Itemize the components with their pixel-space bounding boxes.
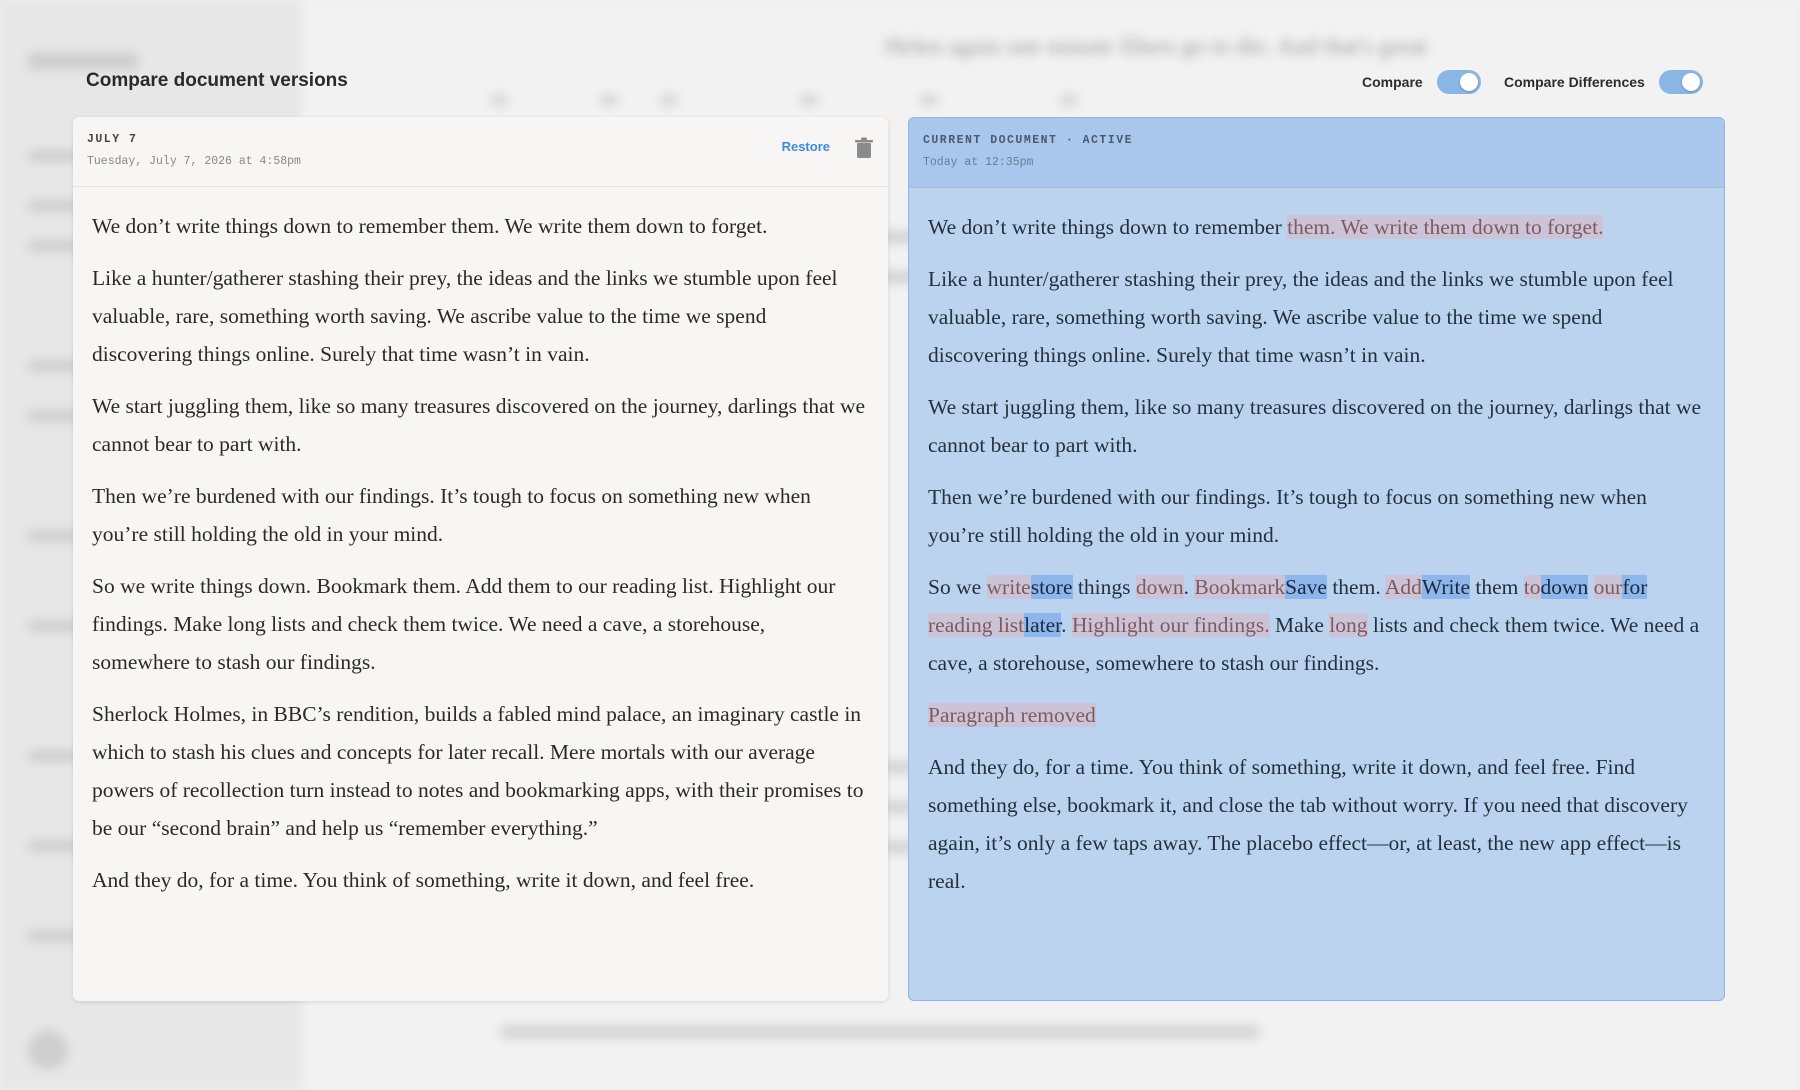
inserted-text: down: [1540, 575, 1589, 599]
deleted-text: down: [1135, 575, 1184, 599]
paragraph-removed-marker: Paragraph removed: [928, 696, 1704, 734]
paragraph: Like a hunter/gatherer stashing their pr…: [928, 267, 1674, 367]
inserted-text: for: [1622, 575, 1648, 599]
unchanged-text: them.: [1326, 575, 1385, 599]
deleted-text: Bookmark: [1194, 575, 1286, 599]
version-label: JULY 7: [87, 133, 138, 146]
paragraph: We don’t write things down to remember t…: [928, 208, 1704, 246]
compare-toggle-group: Compare: [1362, 70, 1481, 94]
previous-version-document: We don’t write things down to remember t…: [73, 187, 888, 899]
compare-differences-toggle-label: Compare Differences: [1504, 74, 1645, 90]
unchanged-text: We don’t write things down to remember: [928, 215, 1288, 239]
inserted-text: Save: [1285, 575, 1327, 599]
trash-icon[interactable]: [854, 137, 874, 159]
restore-button[interactable]: Restore: [782, 139, 830, 154]
inserted-text: store: [1030, 575, 1073, 599]
paragraph: We don’t write things down to remember t…: [92, 214, 768, 238]
unchanged-text: So we: [928, 575, 987, 599]
unchanged-text: things: [1072, 575, 1136, 599]
toggle-knob: [1681, 73, 1700, 91]
deleted-text: our: [1593, 575, 1623, 599]
compare-dialog-title: Compare document versions: [86, 70, 348, 91]
toggle-knob: [1459, 73, 1478, 91]
compare-differences-toggle[interactable]: [1658, 70, 1703, 94]
paragraph-removed-label: Paragraph removed: [928, 703, 1096, 727]
deleted-text: long: [1329, 613, 1368, 637]
paragraph: And they do, for a time. You think of so…: [928, 755, 1688, 893]
previous-version-panel: JULY 7 Tuesday, July 7, 2026 at 4:58pm R…: [73, 117, 888, 1001]
inserted-text: later: [1024, 613, 1062, 637]
deleted-text: them. We write them down to forget.: [1287, 215, 1604, 239]
compare-toggle[interactable]: [1436, 70, 1481, 94]
unchanged-text: .: [1061, 613, 1072, 637]
unchanged-text: them: [1470, 575, 1524, 599]
deleted-text: Highlight our findings.: [1071, 613, 1270, 637]
paragraph: Like a hunter/gatherer stashing their pr…: [92, 266, 838, 366]
current-document-label: CURRENT DOCUMENT · ACTIVE: [923, 134, 1134, 147]
deleted-text: reading list: [928, 613, 1025, 637]
paragraph: Sherlock Holmes, in BBC’s rendition, bui…: [92, 702, 864, 840]
paragraph: Then we’re burdened with our findings. I…: [92, 484, 811, 546]
version-date: Tuesday, July 7, 2026 at 4:58pm: [87, 155, 301, 168]
deleted-text: write: [986, 575, 1031, 599]
current-document-header: CURRENT DOCUMENT · ACTIVE Today at 12:35…: [909, 118, 1724, 188]
paragraph: We start juggling them, like so many tre…: [928, 395, 1702, 457]
paragraph: So we write things down. Bookmark them. …: [92, 574, 836, 674]
unchanged-text: [1588, 575, 1593, 599]
paragraph: Then we’re burdened with our findings. I…: [928, 485, 1647, 547]
current-document-body: We don’t write things down to remember t…: [909, 188, 1724, 900]
paragraph: We start juggling them, like so many tre…: [92, 394, 866, 456]
background-doc-title: Helen again one minute filters go to die…: [885, 34, 1428, 60]
previous-version-header: JULY 7 Tuesday, July 7, 2026 at 4:58pm R…: [73, 117, 888, 187]
deleted-text: to: [1523, 575, 1541, 599]
diff-paragraph: So we writestore things down. BookmarkSa…: [928, 568, 1704, 682]
inserted-text: Write: [1421, 575, 1471, 599]
current-document-date: Today at 12:35pm: [923, 156, 1034, 169]
compare-toggle-label: Compare: [1362, 74, 1423, 90]
unchanged-text: .: [1183, 575, 1195, 599]
paragraph: And they do, for a time. You think of so…: [92, 868, 755, 892]
unchanged-text: Make: [1269, 613, 1330, 637]
compare-differences-toggle-group: Compare Differences: [1504, 70, 1703, 94]
deleted-text: Add: [1384, 575, 1422, 599]
current-document-panel: CURRENT DOCUMENT · ACTIVE Today at 12:35…: [908, 117, 1725, 1001]
